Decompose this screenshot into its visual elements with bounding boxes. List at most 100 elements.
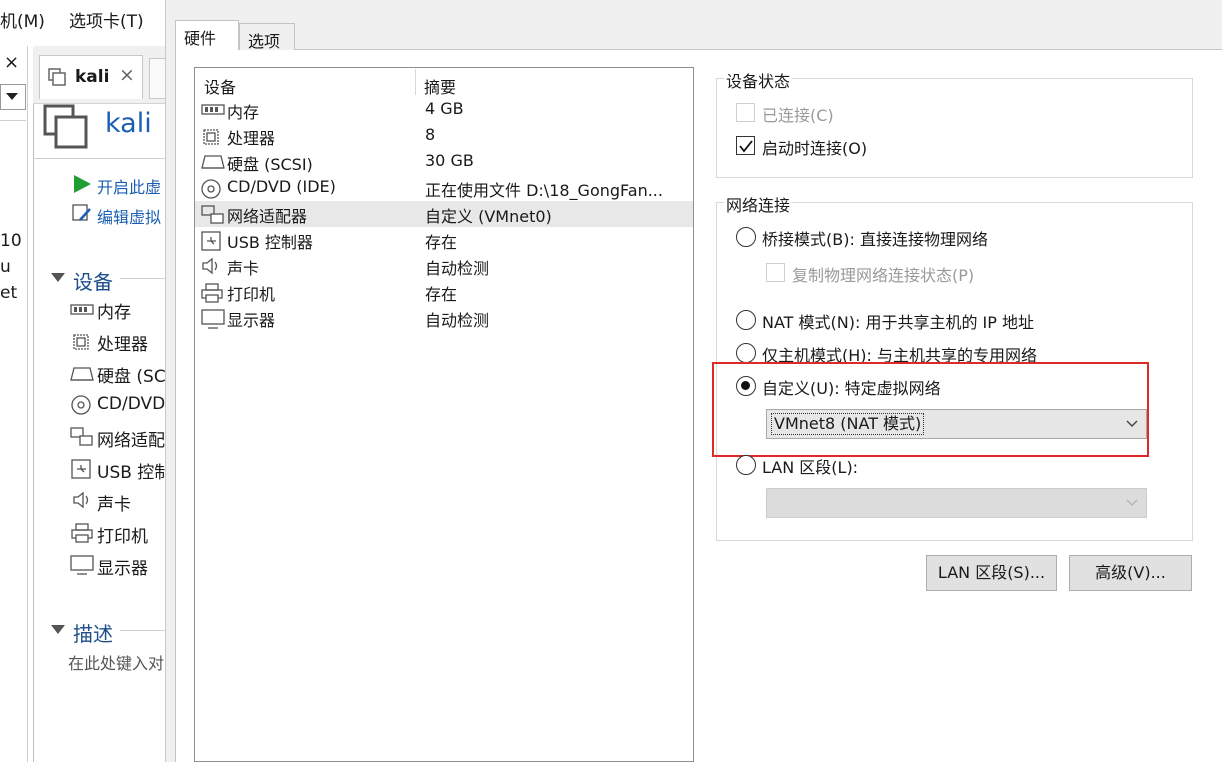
lan-segment-radio[interactable]	[736, 455, 756, 475]
divider	[33, 158, 165, 159]
device-name: USB 控制器	[227, 233, 313, 252]
replicate-state-label: 复制物理网络连接状态(P)	[792, 266, 975, 285]
devices-section-header[interactable]: 设备	[73, 266, 113, 295]
device-name: 显示器	[227, 311, 276, 330]
processor-icon	[201, 127, 221, 147]
device-row-sound[interactable]: 声卡 自动检测	[195, 253, 693, 279]
connected-label: 已连接(C)	[762, 106, 834, 125]
memory-icon	[201, 103, 225, 117]
processor-icon	[71, 332, 91, 352]
side-device-cd-dvd[interactable]: CD/DVD	[97, 394, 165, 414]
device-row-memory[interactable]: 内存 4 GB	[195, 97, 693, 123]
printer-icon	[201, 283, 223, 303]
column-separator[interactable]	[415, 69, 416, 95]
lan-segments-button[interactable]: LAN 区段(S)...	[926, 555, 1057, 591]
sound-icon	[201, 257, 221, 275]
device-name: 处理器	[227, 129, 276, 148]
memory-icon	[70, 303, 94, 317]
checkmark-icon	[738, 138, 754, 154]
advanced-button[interactable]: 高级(V)...	[1069, 555, 1192, 591]
side-device-printer[interactable]: 打印机	[97, 522, 148, 547]
device-row-usb[interactable]: USB 控制器 存在	[195, 227, 693, 253]
collapse-arrow-icon[interactable]	[51, 625, 65, 635]
column-header-device[interactable]: 设备	[204, 74, 236, 98]
device-summary: 4 GB	[425, 99, 464, 118]
device-name: 内存	[227, 103, 260, 122]
bridged-label: 桥接模式(B): 直接连接物理网络	[762, 230, 988, 249]
tab-kali-label: kali	[75, 67, 110, 87]
column-header-summary[interactable]: 摘要	[424, 74, 456, 98]
tab-options[interactable]: 选项	[239, 23, 295, 51]
sound-icon	[72, 491, 92, 509]
tab-hardware[interactable]: 硬件	[175, 20, 239, 50]
device-row-printer[interactable]: 打印机 存在	[195, 279, 693, 305]
device-row-processor[interactable]: 处理器 8	[195, 123, 693, 149]
edit-settings-link[interactable]: 编辑虚拟	[97, 204, 161, 228]
bridged-radio[interactable]	[736, 227, 756, 247]
cd-dvd-icon	[201, 179, 221, 199]
library-panel: × 10 u et	[0, 46, 28, 762]
device-summary: 存在	[425, 233, 458, 252]
network-adapter-icon	[70, 427, 94, 447]
usb-icon	[201, 231, 221, 251]
lan-segment-select[interactable]	[766, 488, 1147, 518]
side-device-display[interactable]: 显示器	[97, 554, 148, 579]
device-summary: 自动检测	[425, 311, 490, 330]
connected-checkbox[interactable]	[736, 103, 755, 122]
harddisk-icon	[201, 153, 225, 171]
device-name: 打印机	[227, 285, 276, 304]
network-connection-title: 网络连接	[724, 192, 793, 216]
device-status-group	[716, 78, 1193, 178]
vm-title: kali	[105, 108, 152, 139]
menu-bar: 机(M) 选项卡(T)	[0, 0, 165, 36]
cd-dvd-icon	[71, 395, 91, 415]
side-device-memory[interactable]: 内存	[97, 298, 131, 323]
replicate-state-checkbox[interactable]	[766, 263, 785, 282]
device-summary: 30 GB	[425, 151, 474, 170]
device-name: 网络适配器	[227, 207, 308, 226]
side-device-usb[interactable]: USB 控制	[97, 458, 171, 483]
display-icon	[201, 309, 225, 329]
nat-label: NAT 模式(N): 用于共享主机的 IP 地址	[762, 313, 1035, 332]
device-row-harddisk[interactable]: 硬盘 (SCSI) 30 GB	[195, 149, 693, 175]
menu-vm[interactable]: 机(M)	[0, 7, 45, 32]
description-placeholder[interactable]: 在此处键入对	[68, 650, 164, 674]
tab-next[interactable]	[149, 58, 165, 99]
power-on-link[interactable]: 开启此虚	[97, 174, 161, 198]
vm-icon	[43, 104, 89, 150]
device-row-cd-dvd[interactable]: CD/DVD (IDE) 正在使用文件 D:\18_GongFan...	[195, 175, 693, 201]
device-name: CD/DVD (IDE)	[227, 177, 336, 196]
library-dropdown[interactable]	[0, 84, 26, 110]
side-device-sound[interactable]: 声卡	[97, 490, 131, 515]
side-device-processor[interactable]: 处理器	[97, 330, 148, 355]
printer-icon	[71, 523, 93, 543]
divider	[0, 120, 26, 121]
side-device-harddisk[interactable]: 硬盘 (SC	[97, 362, 166, 387]
collapse-arrow-icon[interactable]	[51, 273, 65, 283]
nat-radio[interactable]	[736, 310, 756, 330]
play-icon[interactable]	[72, 174, 92, 194]
tab-close-icon[interactable]: ×	[119, 64, 135, 86]
device-name: 硬盘 (SCSI)	[227, 155, 313, 174]
device-status-title: 设备状态	[724, 68, 793, 92]
description-section-header[interactable]: 描述	[73, 618, 113, 647]
display-icon	[70, 555, 94, 575]
library-partial-text: et	[0, 283, 18, 303]
connect-at-power-on-checkbox[interactable]	[736, 136, 755, 155]
library-partial-text: u	[0, 257, 11, 277]
device-row-network-adapter[interactable]: 网络适配器 自定义 (VMnet0)	[195, 201, 693, 227]
menu-tabs[interactable]: 选项卡(T)	[69, 7, 144, 32]
library-close-icon[interactable]: ×	[4, 52, 19, 73]
device-row-display[interactable]: 显示器 自动检测	[195, 305, 693, 331]
tab-kali[interactable]: kali ×	[39, 55, 143, 99]
highlight-annotation-box	[712, 362, 1149, 457]
device-summary: 正在使用文件 D:\18_GongFan...	[425, 181, 663, 200]
device-summary: 自定义 (VMnet0)	[425, 207, 552, 226]
chevron-down-icon	[6, 93, 18, 101]
device-summary: 自动检测	[425, 259, 490, 278]
vm-tab-icon	[48, 68, 66, 86]
usb-icon	[71, 459, 91, 479]
host-only-radio[interactable]	[736, 343, 756, 363]
side-device-network[interactable]: 网络适配	[97, 426, 165, 451]
edit-settings-icon[interactable]	[72, 204, 92, 224]
